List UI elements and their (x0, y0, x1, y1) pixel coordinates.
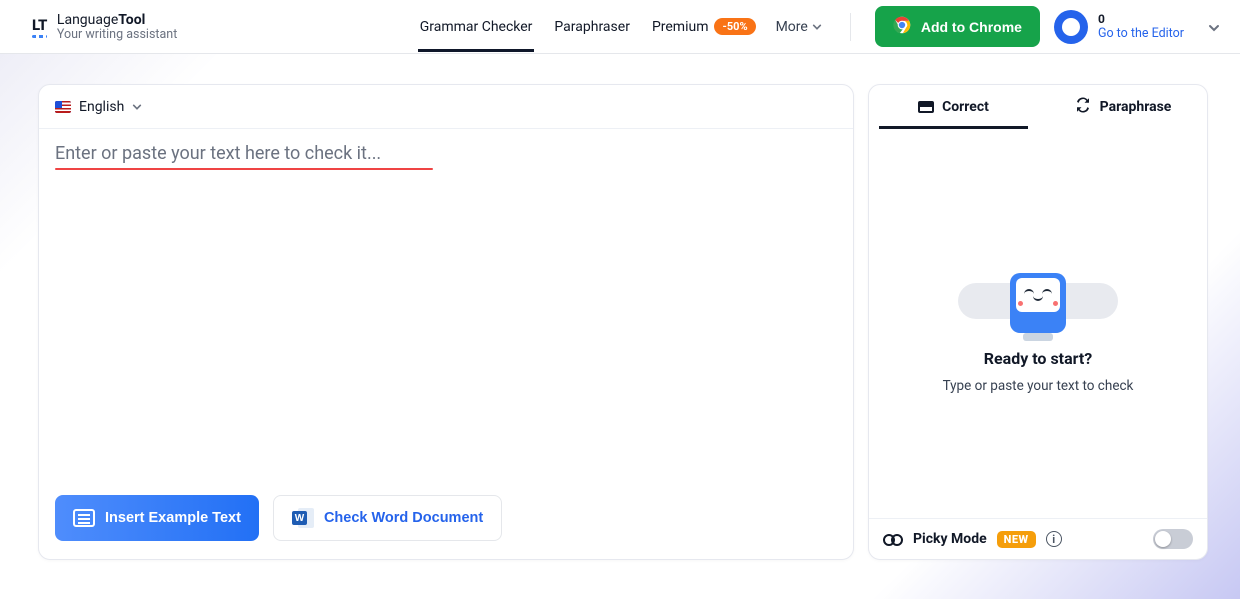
profile-count: 0 (1098, 12, 1184, 26)
insert-example-label: Insert Example Text (105, 510, 241, 526)
language-select[interactable]: English (55, 99, 142, 115)
editor-toolbar: English (39, 85, 853, 129)
profile-goto-editor: Go to the Editor (1098, 26, 1184, 41)
nav-more[interactable]: More (776, 19, 822, 35)
chrome-icon (893, 16, 911, 37)
brand-name-a: Language (57, 12, 118, 28)
profile-menu[interactable]: 0 Go to the Editor (1054, 10, 1218, 44)
primary-nav: Grammar Checker Paraphraser Premium -50%… (418, 2, 861, 51)
nav-paraphraser[interactable]: Paraphraser (552, 3, 632, 51)
info-icon[interactable]: i (1046, 531, 1062, 547)
example-text-icon (73, 509, 95, 527)
brand-text: LanguageTool Your writing assistant (57, 12, 177, 42)
check-word-doc-button[interactable]: W Check Word Document (273, 495, 502, 541)
header-right: Add to Chrome 0 Go to the Editor (875, 6, 1218, 47)
mascot-illustration (953, 253, 1123, 333)
avatar-icon (1054, 10, 1088, 44)
word-icon: W (292, 508, 314, 528)
ready-title: Ready to start? (984, 349, 1093, 368)
side-body: Ready to start? Type or paste your text … (869, 129, 1207, 518)
nav-premium[interactable]: Premium -50% (650, 2, 758, 51)
tab-correct[interactable]: Correct (869, 85, 1038, 129)
ready-subtitle: Type or paste your text to check (943, 378, 1134, 394)
chevron-down-icon (812, 22, 822, 32)
nav-more-label: More (776, 19, 808, 35)
tab-paraphrase[interactable]: Paraphrase (1038, 85, 1207, 129)
brand-logo: LT (32, 16, 47, 38)
tab-paraphrase-label: Paraphrase (1100, 99, 1172, 115)
language-select-label: English (79, 99, 124, 115)
editor-placeholder: Enter or paste your text here to check i… (55, 143, 381, 164)
profile-text: 0 Go to the Editor (1098, 12, 1184, 41)
brand-name-b: Tool (118, 12, 145, 28)
insert-example-button[interactable]: Insert Example Text (55, 495, 259, 541)
side-panel: Correct Paraphrase (868, 84, 1208, 560)
check-word-label: Check Word Document (324, 510, 483, 526)
add-to-chrome-label: Add to Chrome (921, 19, 1022, 35)
picky-mode-label: Picky Mode (913, 531, 987, 547)
us-flag-icon (55, 101, 71, 113)
brand[interactable]: LT LanguageTool Your writing assistant (32, 12, 177, 42)
tab-correct-label: Correct (942, 99, 989, 115)
chevron-down-icon (1208, 22, 1218, 32)
correct-icon (918, 101, 934, 113)
nav-grammar-checker[interactable]: Grammar Checker (418, 3, 535, 51)
nav-divider (850, 13, 851, 41)
paraphrase-icon (1074, 97, 1092, 117)
editor-actions: Insert Example Text W Check Word Documen… (39, 495, 853, 559)
main-wrap: English Enter or paste your text here to… (0, 54, 1240, 580)
picky-mode-toggle[interactable] (1153, 529, 1193, 549)
brand-tagline: Your writing assistant (57, 27, 177, 42)
picky-mode-row: Picky Mode NEW i (869, 518, 1207, 559)
side-tabs: Correct Paraphrase (869, 85, 1207, 129)
editor-textarea[interactable]: Enter or paste your text here to check i… (39, 129, 853, 495)
app-header: LT LanguageTool Your writing assistant G… (0, 0, 1240, 54)
nav-premium-label: Premium (652, 19, 709, 35)
new-badge: NEW (997, 531, 1036, 548)
placeholder-underline (55, 168, 433, 171)
editor-card: English Enter or paste your text here to… (38, 84, 854, 560)
add-to-chrome-button[interactable]: Add to Chrome (875, 6, 1040, 47)
discount-badge: -50% (714, 18, 755, 35)
spectacles-icon (883, 534, 903, 544)
mascot-icon (1010, 273, 1066, 333)
chevron-down-icon (132, 102, 142, 112)
